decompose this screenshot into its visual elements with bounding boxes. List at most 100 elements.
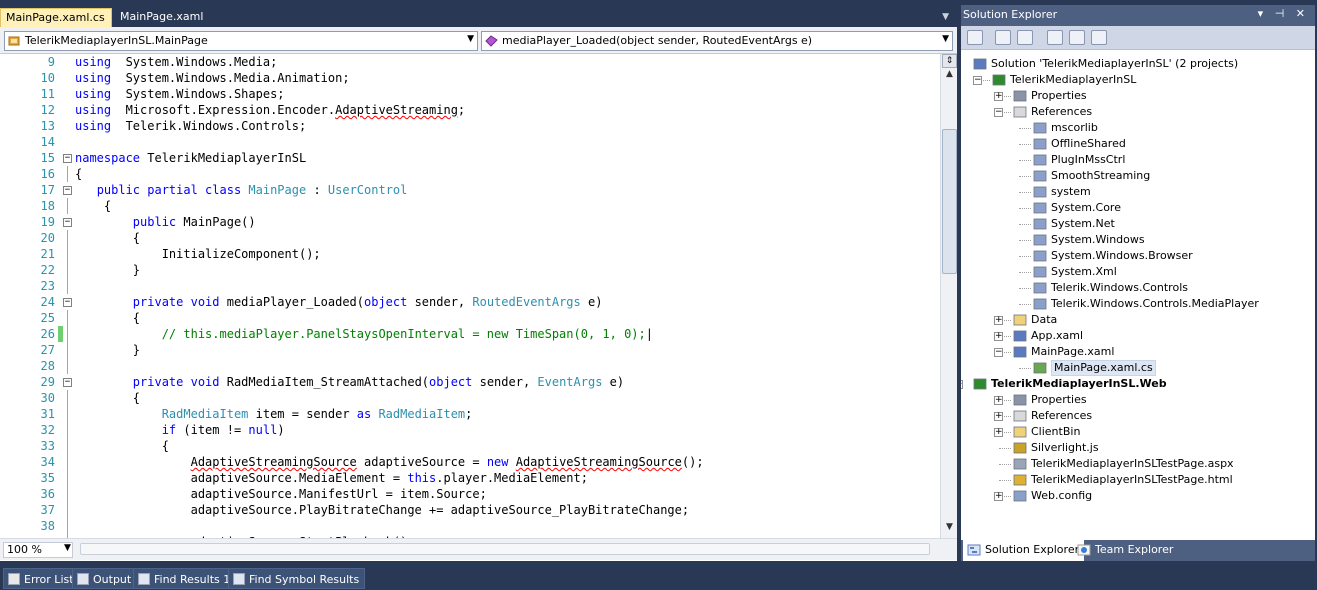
code-line[interactable]: 18 {: [22, 198, 938, 214]
horizontal-scroll-thumb[interactable]: [80, 543, 930, 555]
tree-item[interactable]: Silverlight.js: [961, 440, 1315, 456]
expand-icon[interactable]: +: [994, 412, 1003, 421]
code-line[interactable]: 25 {: [22, 310, 938, 326]
tree-item[interactable]: − MainPage.xaml: [961, 344, 1315, 360]
code-line[interactable]: 17− public partial class MainPage : User…: [22, 182, 938, 198]
tree-item[interactable]: + ClientBin: [961, 424, 1315, 440]
properties-toolbar-icon[interactable]: [967, 30, 983, 45]
collapse-outline-icon[interactable]: −: [63, 154, 72, 163]
tree-item[interactable]: TelerikMediaplayerInSLTestPage.html: [961, 472, 1315, 488]
code-line[interactable]: 11 using System.Windows.Shapes;: [22, 86, 938, 102]
code-line[interactable]: 20 {: [22, 230, 938, 246]
tree-item[interactable]: System.Xml: [961, 264, 1315, 280]
class-diagram-icon[interactable]: [1091, 30, 1107, 45]
tab-team-explorer[interactable]: Team Explorer: [1073, 540, 1178, 561]
collapse-outline-icon[interactable]: −: [63, 378, 72, 387]
code-line[interactable]: 10 using System.Windows.Media.Animation;: [22, 70, 938, 86]
tree-item[interactable]: SmoothStreaming: [961, 168, 1315, 184]
code-line[interactable]: 13 using Telerik.Windows.Controls;: [22, 118, 938, 134]
tree-item[interactable]: + App.xaml: [961, 328, 1315, 344]
class-combo[interactable]: TelerikMediaplayerInSL.MainPage ▼: [4, 31, 478, 51]
tree-item[interactable]: MainPage.xaml.cs: [961, 360, 1315, 376]
tree-item[interactable]: − TelerikMediaplayerInSL: [961, 72, 1315, 88]
tree-item[interactable]: Telerik.Windows.Controls.MediaPlayer: [961, 296, 1315, 312]
split-window-icon[interactable]: ⇕: [942, 54, 957, 68]
code-line[interactable]: 23: [22, 278, 938, 294]
tree-item[interactable]: + Properties: [961, 88, 1315, 104]
vertical-scrollbar[interactable]: ⇕ ▲ ▼: [940, 54, 957, 538]
code-line[interactable]: 22 }: [22, 262, 938, 278]
expand-icon[interactable]: +: [994, 316, 1003, 325]
panel-window-buttons[interactable]: ▾ ⊣ ✕: [1258, 7, 1309, 20]
member-combo[interactable]: mediaPlayer_Loaded(object sender, Routed…: [481, 31, 953, 51]
vertical-scroll-thumb[interactable]: [942, 129, 957, 274]
tab-list-dropdown-icon[interactable]: ▼: [942, 12, 949, 22]
code-line[interactable]: 28: [22, 358, 938, 374]
collapse-icon[interactable]: −: [961, 380, 963, 389]
tree-item[interactable]: OfflineShared: [961, 136, 1315, 152]
code-line[interactable]: 29− private void RadMediaItem_StreamAtta…: [22, 374, 938, 390]
code-line[interactable]: 37 adaptiveSource.PlayBitrateChange += a…: [22, 502, 938, 518]
tab-mainpage-xaml-cs[interactable]: MainPage.xaml.cs: [0, 8, 112, 27]
view-designer-icon[interactable]: [1069, 30, 1085, 45]
tab-mainpage-xaml[interactable]: MainPage.xaml: [115, 8, 209, 27]
code-line[interactable]: 34 AdaptiveStreamingSource adaptiveSourc…: [22, 454, 938, 470]
code-line[interactable]: 19− public MainPage(): [22, 214, 938, 230]
code-line[interactable]: 35 adaptiveSource.MediaElement = this.pl…: [22, 470, 938, 486]
code-line[interactable]: 16 {: [22, 166, 938, 182]
tree-item[interactable]: − TelerikMediaplayerInSL.Web: [961, 376, 1315, 392]
collapse-icon[interactable]: −: [994, 348, 1003, 357]
expand-icon[interactable]: +: [994, 332, 1003, 341]
scroll-up-icon[interactable]: ▲: [942, 69, 957, 83]
code-line[interactable]: 27 }: [22, 342, 938, 358]
tree-item[interactable]: + References: [961, 408, 1315, 424]
expand-icon[interactable]: +: [994, 92, 1003, 101]
tree-item[interactable]: Telerik.Windows.Controls: [961, 280, 1315, 296]
tree-item[interactable]: System.Core: [961, 200, 1315, 216]
tree-item[interactable]: + Web.config: [961, 488, 1315, 504]
code-line[interactable]: 30 {: [22, 390, 938, 406]
code-line[interactable]: 36 adaptiveSource.ManifestUrl = item.Sou…: [22, 486, 938, 502]
code-text-area[interactable]: 9 using System.Windows.Media; 10 using Syst…: [22, 54, 938, 538]
expand-icon[interactable]: +: [994, 492, 1003, 501]
code-line[interactable]: 26 // this.mediaPlayer.PanelStaysOpenInt…: [22, 326, 938, 342]
tab-output[interactable]: Output: [72, 568, 138, 589]
tree-item[interactable]: System.Windows.Browser: [961, 248, 1315, 264]
tree-item[interactable]: System.Net: [961, 216, 1315, 232]
tree-item[interactable]: PlugInMssCtrl: [961, 152, 1315, 168]
expand-icon[interactable]: +: [994, 396, 1003, 405]
tree-item[interactable]: − References: [961, 104, 1315, 120]
code-line[interactable]: 38: [22, 518, 938, 534]
code-line[interactable]: 9 using System.Windows.Media;: [22, 54, 938, 70]
tree-item[interactable]: mscorlib: [961, 120, 1315, 136]
tab-solution-explorer[interactable]: Solution Explorer: [963, 540, 1085, 561]
code-line[interactable]: 12 using Microsoft.Expression.Encoder.Ada…: [22, 102, 938, 118]
expand-icon[interactable]: +: [994, 428, 1003, 437]
tree-item[interactable]: Solution 'TelerikMediaplayerInSL' (2 pro…: [961, 56, 1315, 72]
collapse-outline-icon[interactable]: −: [63, 218, 72, 227]
tab-find-results-1[interactable]: Find Results 1: [133, 568, 237, 589]
tree-item[interactable]: system: [961, 184, 1315, 200]
code-line[interactable]: 33 {: [22, 438, 938, 454]
code-line[interactable]: 14: [22, 134, 938, 150]
scroll-down-icon[interactable]: ▼: [942, 522, 957, 536]
show-all-files-icon[interactable]: [995, 30, 1011, 45]
tree-item[interactable]: System.Windows: [961, 232, 1315, 248]
tab-find-symbol-results[interactable]: Find Symbol Results: [228, 568, 366, 589]
collapse-icon[interactable]: −: [973, 76, 982, 85]
code-line[interactable]: 24− private void mediaPlayer_Loaded(obje…: [22, 294, 938, 310]
tree-item[interactable]: + Data: [961, 312, 1315, 328]
zoom-combo[interactable]: 100 % ▼: [3, 542, 73, 558]
refresh-icon[interactable]: [1017, 30, 1033, 45]
code-line[interactable]: 31 RadMediaItem item = sender as RadMedi…: [22, 406, 938, 422]
code-line[interactable]: 15− namespace TelerikMediaplayerInSL: [22, 150, 938, 166]
view-code-icon[interactable]: [1047, 30, 1063, 45]
code-line[interactable]: 21 InitializeComponent();: [22, 246, 938, 262]
tree-item[interactable]: TelerikMediaplayerInSLTestPage.aspx: [961, 456, 1315, 472]
tree-item[interactable]: + Properties: [961, 392, 1315, 408]
collapse-icon[interactable]: −: [994, 108, 1003, 117]
code-line[interactable]: 32 if (item != null): [22, 422, 938, 438]
collapse-outline-icon[interactable]: −: [63, 298, 72, 307]
collapse-outline-icon[interactable]: −: [63, 186, 72, 195]
tab-error-list[interactable]: Error List: [3, 568, 80, 589]
